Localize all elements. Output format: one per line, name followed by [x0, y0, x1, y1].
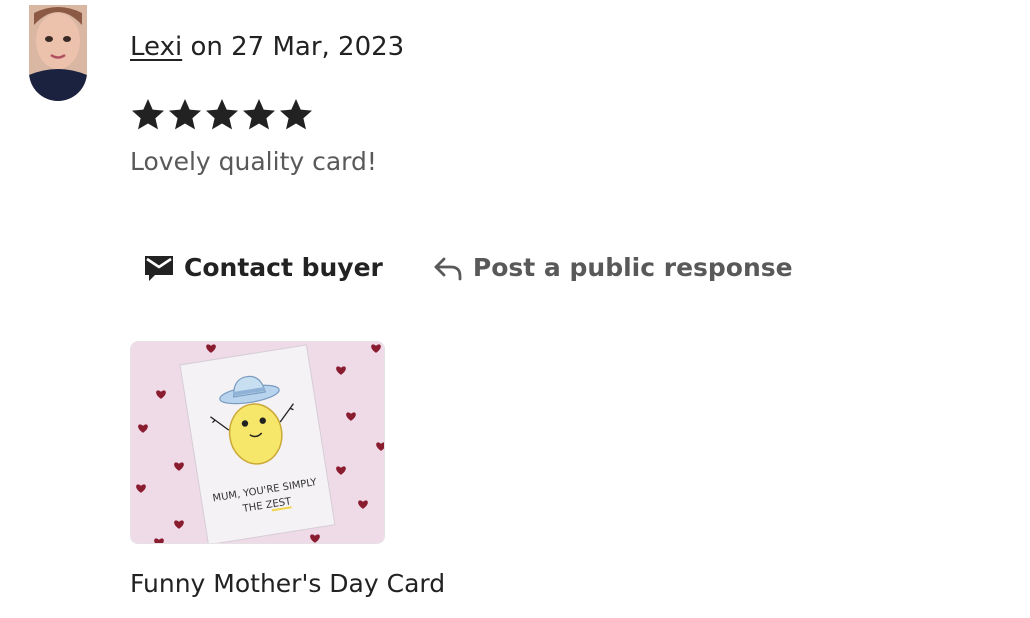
star-icon — [206, 99, 238, 130]
post-public-response-label: Post a public response — [472, 253, 793, 282]
product-image: MUM, YOU'RE SIMPLY THE ZEST — [131, 342, 384, 543]
review-text: Lovely quality card! — [130, 147, 377, 176]
reviewer-name-link[interactable]: Lexi — [130, 32, 182, 62]
star-rating — [130, 97, 314, 133]
reply-arrow-icon — [433, 255, 463, 281]
post-public-response-button[interactable]: Post a public response — [433, 250, 793, 286]
contact-buyer-button[interactable]: Contact buyer — [144, 250, 383, 286]
avatar-image — [29, 5, 87, 101]
review-actions: Contact buyer Post a public response — [144, 250, 793, 286]
product-thumbnail[interactable]: MUM, YOU'RE SIMPLY THE ZEST — [130, 341, 385, 544]
reviewer-avatar[interactable] — [29, 5, 87, 101]
star-icon — [243, 99, 275, 130]
star-icon — [132, 99, 164, 130]
review-date: on 27 Mar, 2023 — [190, 32, 405, 62]
contact-buyer-label: Contact buyer — [184, 253, 383, 282]
envelope-icon — [144, 254, 174, 282]
star-icon — [280, 99, 312, 130]
star-icon — [169, 99, 201, 130]
product-title-link[interactable]: Funny Mother's Day Card — [130, 567, 445, 601]
review-byline: Lexi on 27 Mar, 2023 — [130, 30, 404, 64]
